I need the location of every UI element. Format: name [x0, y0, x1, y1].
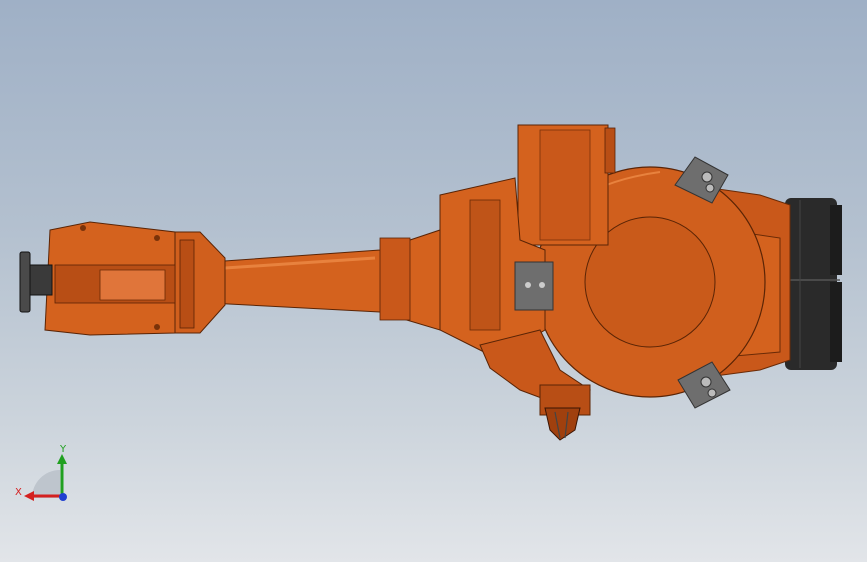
triad-plane-shade — [32, 470, 60, 498]
forearm-tube — [209, 229, 441, 331]
y-axis-arrowhead — [57, 454, 67, 464]
robot-arm-model[interactable] — [0, 0, 867, 562]
z-axis-dot — [59, 493, 67, 501]
upper-column-block — [517, 124, 616, 246]
base-motor-packs — [785, 198, 842, 370]
cable-fitting — [544, 407, 581, 441]
wrist-flange — [171, 231, 226, 334]
coordinate-triad: Y X — [10, 438, 80, 508]
wrist-housing — [44, 221, 176, 336]
cad-graphics-viewport[interactable]: Y X — [0, 0, 867, 562]
x-axis-arrowhead — [24, 491, 34, 501]
y-axis-label: Y — [59, 444, 67, 455]
x-axis-label: X — [15, 487, 22, 498]
